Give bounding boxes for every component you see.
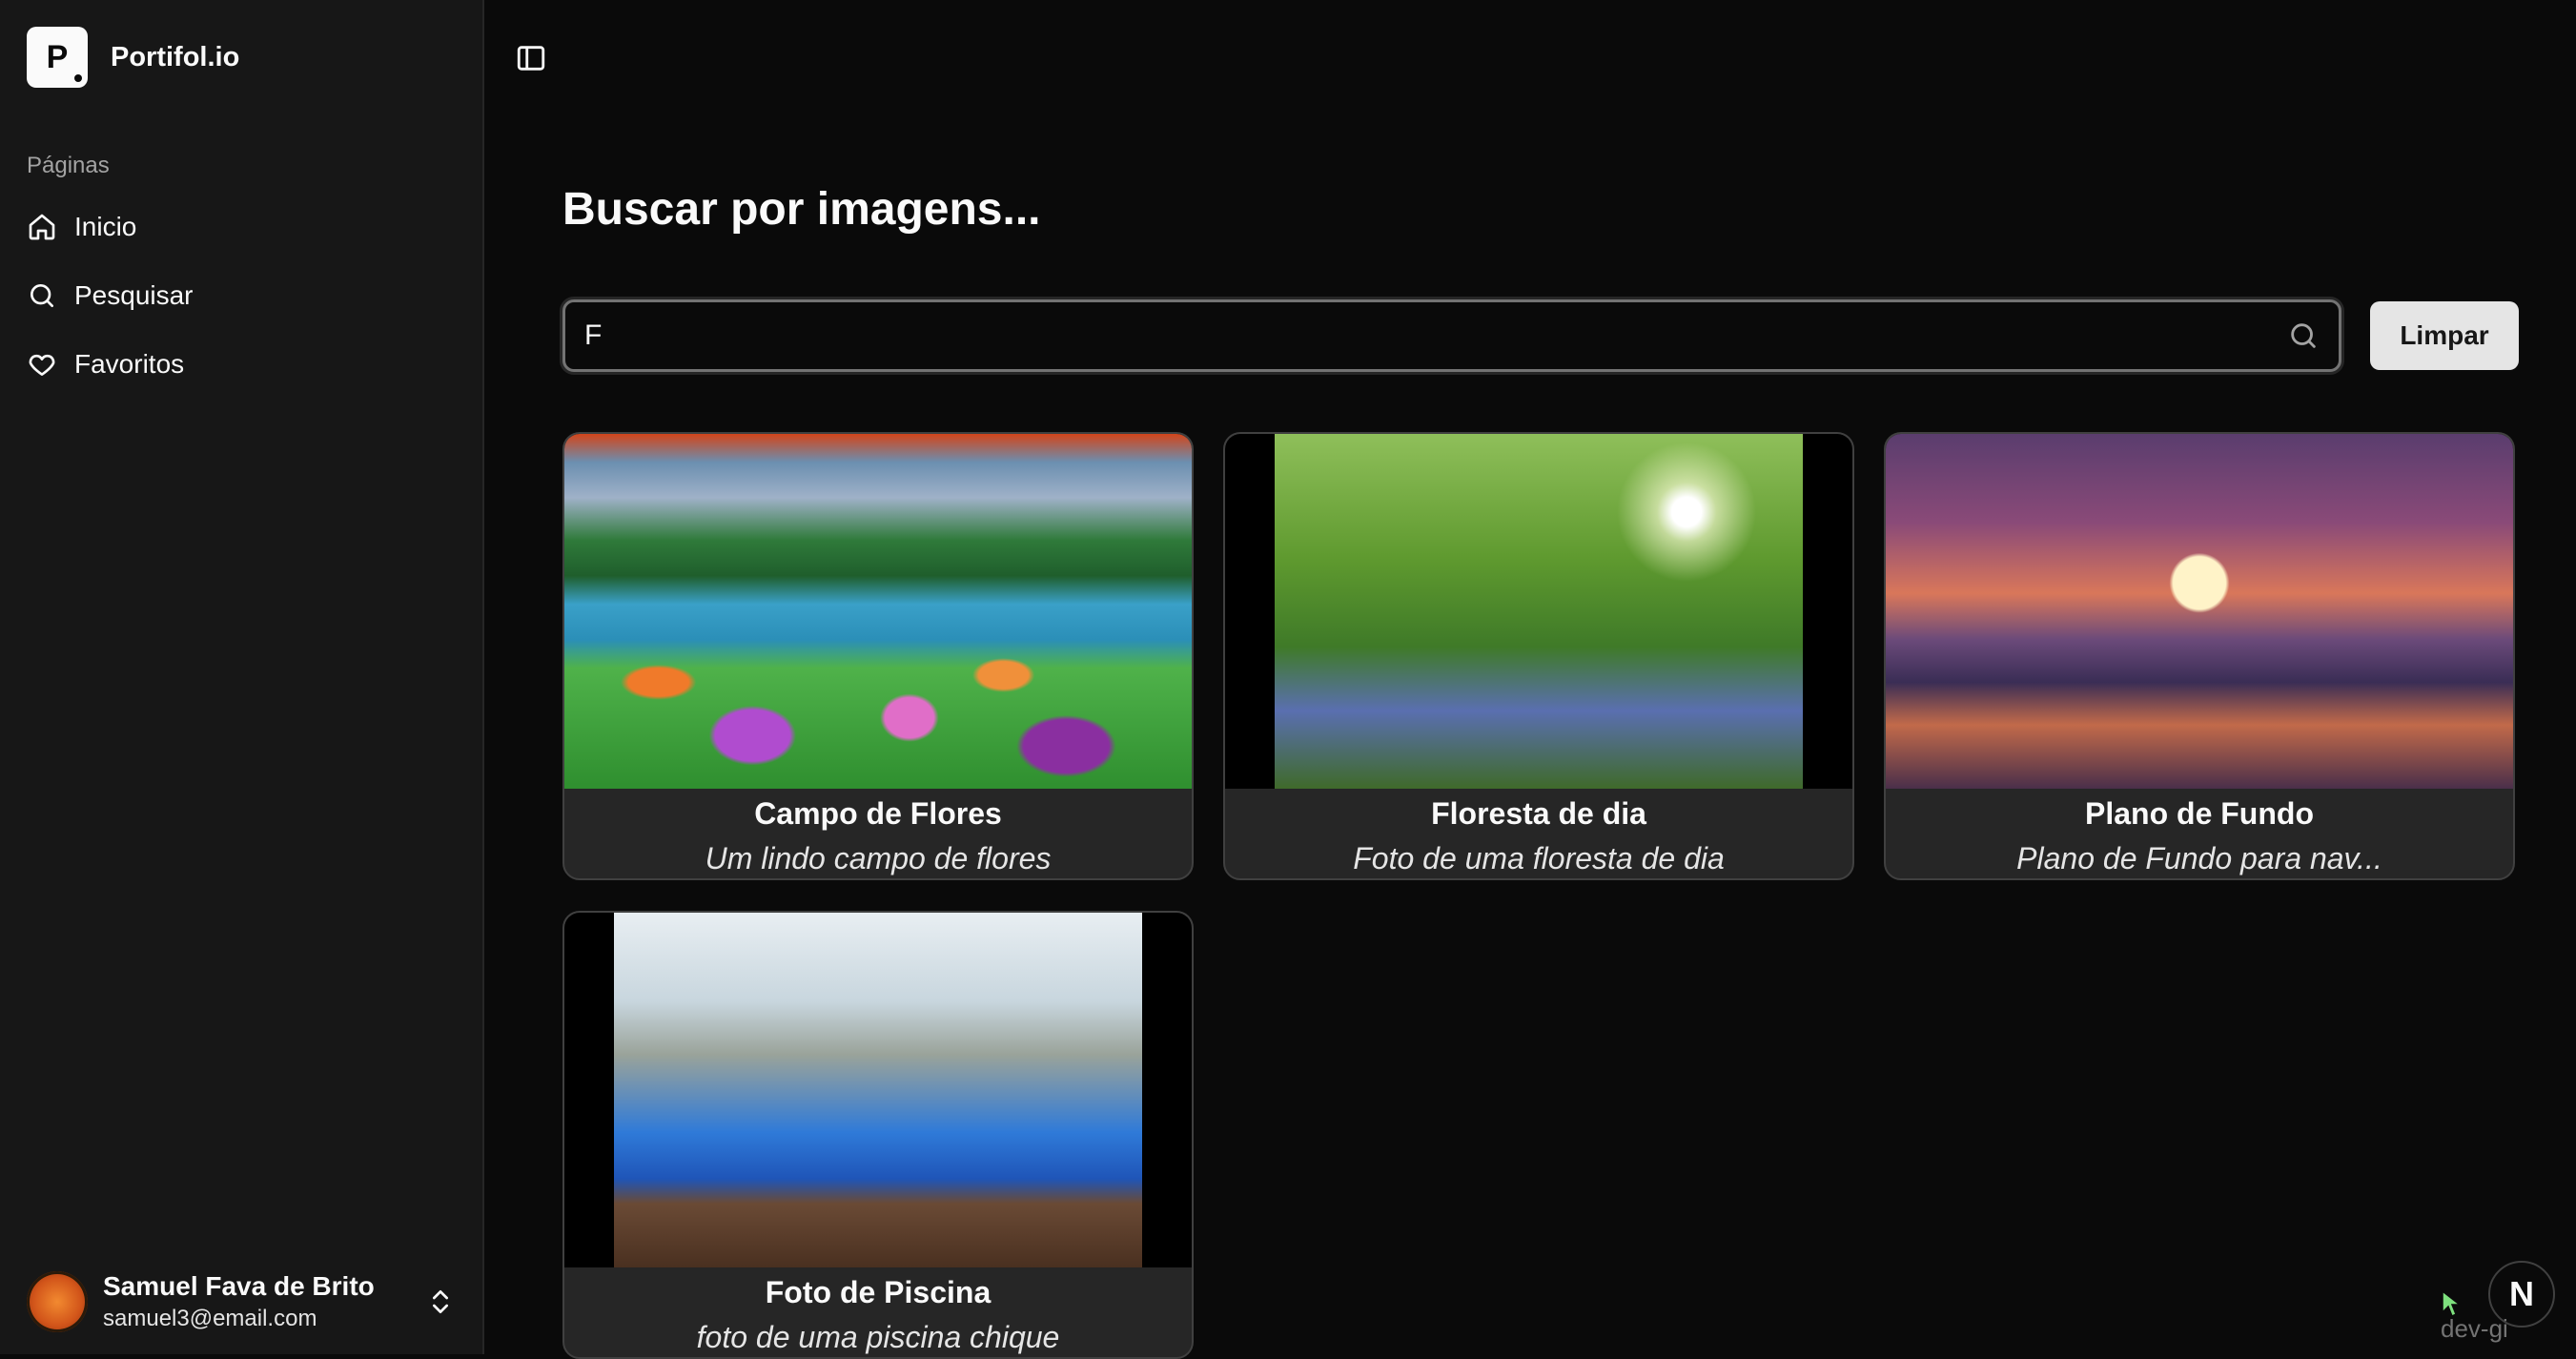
image-card[interactable]: Foto de Piscina foto de uma piscina chiq… [562,911,1194,1359]
card-title: Campo de Flores [754,796,1002,831]
brand-logo: P [27,27,88,88]
search-field [562,299,2341,372]
watermark: dev-gi [2441,1314,2508,1343]
brand-logo-letter: P [46,38,69,75]
sidebar-item-label: Favoritos [74,349,185,379]
sidebar-item-favoritos[interactable]: Favoritos [15,330,467,399]
card-image [1886,434,2513,789]
card-description: Foto de uma floresta de dia [1353,841,1725,875]
search-input[interactable] [584,319,2287,352]
page-title: Buscar por imagens... [562,184,1041,235]
card-description: Um lindo campo de flores [705,841,1052,875]
chevrons-up-down-icon[interactable] [425,1287,456,1317]
user-email: samuel3@email.com [103,1306,317,1331]
user-name: Samuel Fava de Brito [103,1271,375,1301]
search-row: Limpar [562,299,2519,372]
search-icon [2291,323,2316,348]
brand-logo-dot [74,74,82,82]
user-menu[interactable]: Samuel Fava de Brito samuel3@email.com [0,1249,482,1354]
card-image [1225,434,1852,789]
sidebar-section-label: Páginas [27,153,110,178]
sidebar-toggle-icon[interactable] [515,42,547,74]
search-icon [31,284,53,307]
card-image [564,434,1192,789]
card-image-content [1275,434,1803,789]
card-title: Foto de Piscina [765,1275,992,1309]
sidebar-item-label: Inicio [74,212,137,241]
image-card[interactable]: Plano de Fundo Plano de Fundo para nav..… [1884,432,2515,880]
clear-button[interactable]: Limpar [2370,301,2519,370]
card-title: Floresta de dia [1431,796,1646,831]
avatar [27,1271,88,1332]
card-title: Plano de Fundo [2085,796,2314,831]
image-card[interactable]: Floresta de dia Foto de uma floresta de … [1223,432,1854,880]
card-image-content [614,913,1142,1267]
sidebar: P Portifol.io Páginas Inicio Pesquisar F… [0,0,484,1354]
home-icon [29,214,55,240]
sidebar-nav: Inicio Pesquisar Favoritos [0,193,482,399]
heart-icon [29,354,55,376]
card-image [564,913,1192,1267]
brand-name: Portifol.io [111,41,240,72]
card-description: foto de uma piscina chique [696,1320,1060,1354]
brand[interactable]: P Portifol.io [0,0,482,114]
sidebar-item-label: Pesquisar [74,280,194,310]
sidebar-item-pesquisar[interactable]: Pesquisar [15,261,467,330]
user-info: Samuel Fava de Brito samuel3@email.com [103,1271,425,1332]
image-card[interactable]: Campo de Flores Um lindo campo de flores [562,432,1194,880]
card-description: Plano de Fundo para nav... [2016,841,2382,875]
sidebar-item-inicio[interactable]: Inicio [15,193,467,261]
